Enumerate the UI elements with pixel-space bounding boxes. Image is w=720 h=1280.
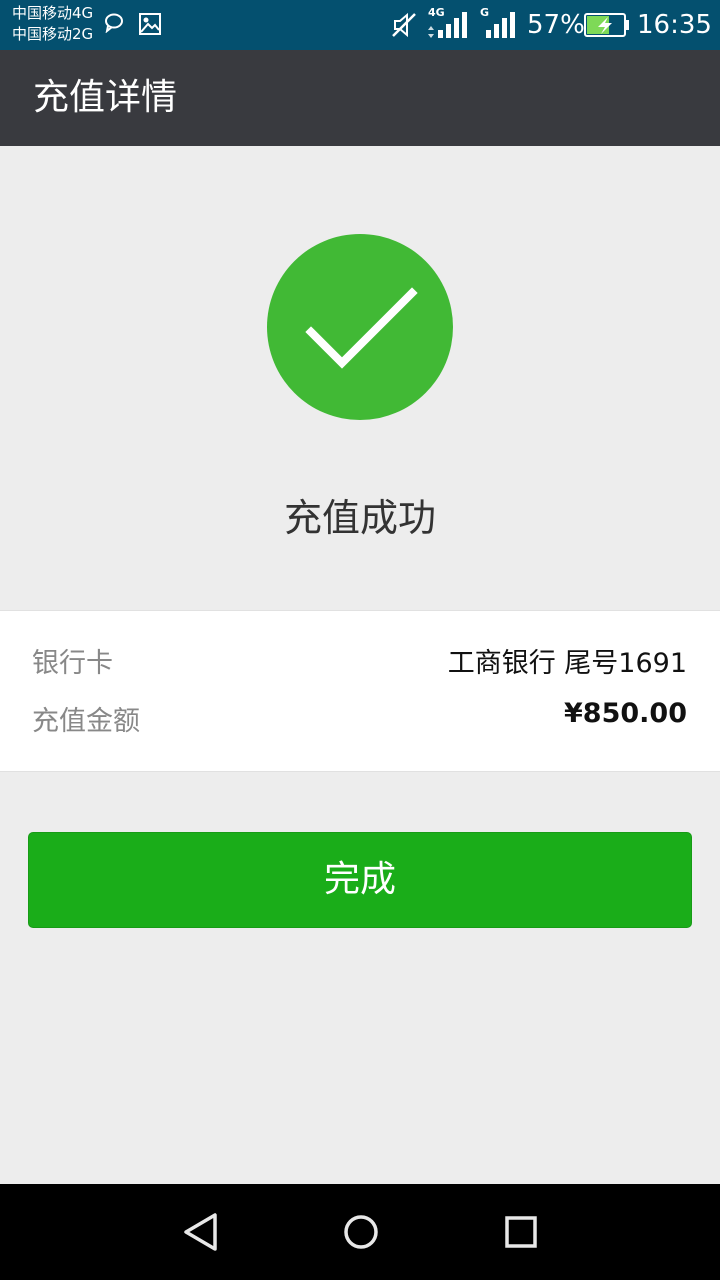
screen: 中国移动4G 中国移动2G 4G G 57% 16:35 充值详情 充值成功 银… <box>0 0 720 1280</box>
success-message: 充值成功 <box>283 496 436 540</box>
carrier-1-label: 中国移动4G <box>12 4 94 22</box>
battery-charging-icon <box>584 13 629 37</box>
bank-card-value: 工商银行 尾号1691 <box>447 648 687 679</box>
amount-label: 充值金额 <box>32 706 140 737</box>
gallery-icon <box>139 13 161 35</box>
detail-card: 银行卡 工商银行 尾号1691 充值金额 ¥850.00 <box>0 610 720 772</box>
check-icon <box>305 287 418 369</box>
signal-icon <box>428 12 467 38</box>
carrier-info: 中国移动4G 中国移动2G <box>12 3 93 45</box>
mute-icon <box>392 12 416 38</box>
navigation-bar <box>0 1184 720 1280</box>
clock: 16:35 <box>637 10 712 40</box>
bank-card-label: 银行卡 <box>32 648 113 679</box>
home-icon[interactable] <box>337 1208 385 1256</box>
amount-value: ¥850.00 <box>564 698 687 729</box>
done-button[interactable]: 完成 <box>28 832 692 928</box>
carrier-2-label: 中国移动2G <box>12 25 94 43</box>
page-title: 充值详情 <box>33 77 178 118</box>
chat-icon <box>105 13 123 33</box>
success-check-icon <box>267 234 453 420</box>
signal-icon <box>486 12 515 38</box>
back-icon[interactable] <box>177 1208 225 1256</box>
battery-percentage: 57% <box>527 10 585 40</box>
status-bar: 中国移动4G 中国移动2G 4G G 57% 16:35 <box>0 0 720 50</box>
title-bar: 充值详情 <box>0 50 720 146</box>
recent-apps-icon[interactable] <box>497 1208 545 1256</box>
